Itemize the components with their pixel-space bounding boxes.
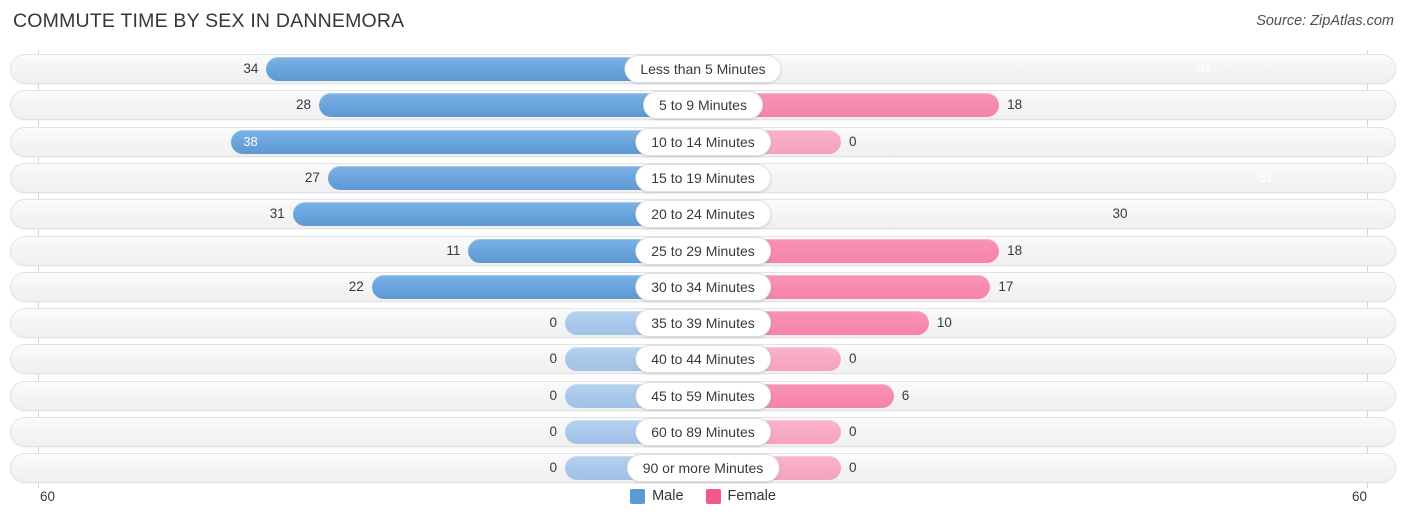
chart-row: 11 18 25 to 29 Minutes [10, 235, 1396, 266]
female-value-label: 17 [998, 278, 1014, 294]
male-value-label: 0 [549, 424, 557, 439]
male-value-label: 0 [549, 387, 557, 403]
category-label: 15 to 19 Minutes [635, 163, 771, 192]
female-value-label: 30 [1112, 206, 1128, 222]
legend-label: Female [727, 488, 776, 504]
female-value-label: 51 [1258, 169, 1274, 185]
legend: Male Female [0, 488, 1406, 504]
legend-swatch-male-icon [630, 488, 646, 504]
female-value-label: 6 [901, 387, 910, 403]
chart-row: 34 44 Less than 5 Minutes [10, 54, 1396, 84]
chart-row: 38 0 10 to 14 Minutes [10, 126, 1396, 157]
category-label: 60 to 89 Minutes [635, 418, 771, 446]
female-value-label: 44 [1197, 61, 1212, 76]
chart-row: 27 51 15 to 19 Minutes [10, 162, 1396, 193]
category-label: 5 to 9 Minutes [643, 91, 763, 120]
male-value-label: 38 [243, 133, 258, 149]
category-label: 90 or more Minutes [626, 454, 780, 483]
category-label: 35 to 39 Minutes [635, 309, 771, 338]
legend-swatch-female-icon [705, 488, 721, 504]
male-value-label: 31 [269, 206, 285, 222]
category-label: 20 to 24 Minutes [635, 200, 771, 229]
plot-area: 34 44 Less than 5 Minutes 28 18 5 to 9 Minute… [0, 50, 1406, 488]
chart-row: 0 6 45 to 59 Minutes [10, 380, 1396, 411]
male-value-label: 22 [348, 278, 364, 294]
page-title: COMMUTE TIME BY SEX IN DANNEMORA [13, 10, 405, 32]
male-value-label: 27 [304, 169, 320, 185]
legend-item-male[interactable]: Male [630, 488, 684, 504]
legend-label: Male [652, 488, 684, 504]
male-value-label: 0 [549, 315, 557, 331]
female-value-label: 0 [849, 424, 857, 439]
male-value-label: 0 [549, 460, 557, 476]
male-value-label: 11 [446, 242, 461, 258]
female-value-label: 18 [1007, 242, 1023, 258]
chart-row: 0 0 60 to 89 Minutes [10, 417, 1396, 447]
female-bar[interactable] [703, 166, 1289, 190]
male-bar[interactable] [231, 129, 703, 154]
female-value-label: 10 [936, 315, 952, 331]
chart-page: COMMUTE TIME BY SEX IN DANNEMORA Source:… [0, 0, 1406, 523]
category-label: 30 to 34 Minutes [635, 272, 771, 301]
chart-row: 31 30 20 to 24 Minutes [10, 199, 1396, 230]
category-label: 45 to 59 Minutes [635, 381, 771, 410]
male-value-label: 28 [296, 97, 312, 113]
chart-row: 28 18 5 to 9 Minutes [10, 90, 1396, 121]
chart-row: 0 0 40 to 44 Minutes [10, 344, 1396, 375]
male-value-label: 0 [549, 351, 557, 367]
female-value-label: 0 [849, 133, 857, 149]
female-value-label: 0 [849, 351, 857, 367]
female-bar[interactable] [703, 57, 1227, 81]
chart-row: 0 10 35 to 39 Minutes [10, 308, 1396, 339]
category-label: 40 to 44 Minutes [635, 345, 771, 374]
male-value-label: 34 [243, 61, 259, 76]
source-attribution: Source: ZipAtlas.com [1256, 13, 1394, 29]
chart-row: 22 17 30 to 34 Minutes [10, 271, 1396, 302]
category-label: 10 to 14 Minutes [635, 127, 771, 156]
female-value-label: 18 [1007, 97, 1023, 113]
category-label: Less than 5 Minutes [624, 55, 782, 83]
legend-item-female[interactable]: Female [705, 488, 776, 504]
female-value-label: 0 [849, 460, 857, 476]
chart-row: 0 0 90 or more Minutes [10, 453, 1396, 484]
category-label: 25 to 29 Minutes [635, 236, 771, 265]
